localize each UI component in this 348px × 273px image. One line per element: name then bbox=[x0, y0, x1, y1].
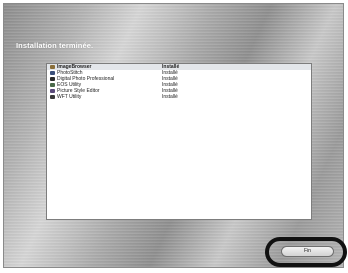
software-name: WFT Utility bbox=[57, 94, 82, 100]
installer-window: Installation terminée. ImageBrowser Inst… bbox=[3, 3, 344, 268]
dialog-title: Installation terminée. bbox=[16, 41, 94, 50]
imagebrowser-icon bbox=[50, 65, 55, 69]
photostitch-icon bbox=[50, 71, 55, 75]
picture-style-editor-icon bbox=[50, 89, 55, 93]
eos-utility-icon bbox=[50, 83, 55, 87]
list-item[interactable]: WFT Utility Installé bbox=[47, 94, 311, 100]
screenshot-frame: Installation terminée. ImageBrowser Inst… bbox=[0, 0, 348, 273]
finish-button[interactable]: Fin bbox=[281, 246, 334, 257]
install-status: Installé bbox=[162, 94, 178, 100]
wft-utility-icon bbox=[50, 95, 55, 99]
installed-software-list: ImageBrowser Installé PhotoStitch Instal… bbox=[46, 63, 312, 220]
dpp-icon bbox=[50, 77, 55, 81]
